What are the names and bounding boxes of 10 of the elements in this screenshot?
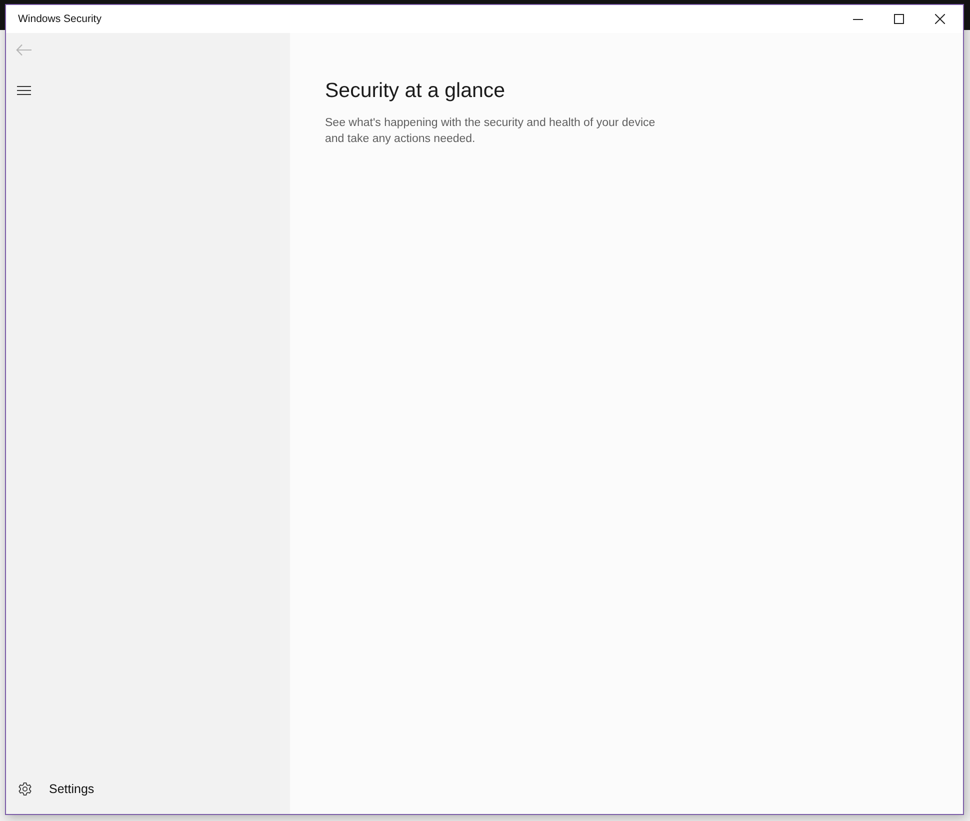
- menu-icon: [17, 86, 31, 94]
- settings-nav-item[interactable]: Settings: [6, 765, 146, 813]
- maximize-icon: [894, 14, 904, 24]
- window-title: Windows Security: [17, 13, 102, 25]
- back-arrow-icon: [16, 44, 32, 56]
- page-description: See what's happening with the security and health of your device and take any actions needed.: [325, 116, 656, 147]
- close-icon: [934, 14, 944, 24]
- page-heading: Security at a glance: [325, 78, 506, 104]
- minimize-icon: [852, 18, 862, 20]
- settings-icon: [18, 782, 32, 796]
